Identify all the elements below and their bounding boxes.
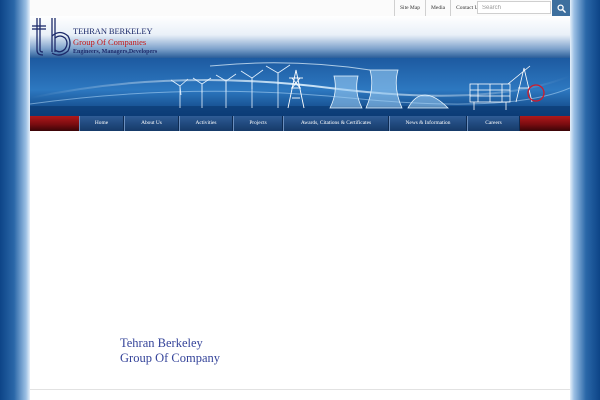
main-nav-bar: Home About Us Activities Projects Awards… — [30, 116, 570, 131]
main-nav: Home About Us Activities Projects Awards… — [79, 116, 520, 131]
top-utility-bar: Site Map Media Contact Us — [30, 0, 570, 17]
media-link[interactable]: Media — [425, 0, 450, 16]
nav-about-us[interactable]: About Us — [124, 116, 179, 131]
content-heading-line-2: Group Of Company — [120, 351, 220, 365]
brand-tagline: Engineers, Managers,Developers — [73, 49, 158, 55]
nav-projects[interactable]: Projects — [233, 116, 283, 131]
page-container: Site Map Media Contact Us Search TEHRAN … — [30, 0, 570, 400]
nav-awards-citations-certificates[interactable]: Awards, Citations & Certificates — [283, 116, 389, 131]
magnifier-icon — [556, 3, 566, 13]
brand-subtitle: Group Of Companies — [73, 37, 147, 47]
nav-careers[interactable]: Careers — [467, 116, 520, 131]
search-button[interactable] — [552, 0, 570, 16]
nav-news-information[interactable]: News & Information — [389, 116, 467, 131]
hero-banner — [30, 58, 570, 116]
site-header: TEHRAN BERKELEY Group Of Companies Engin… — [30, 16, 570, 58]
energy-infrastructure-banner-image — [30, 58, 570, 116]
nav-activities[interactable]: Activities — [179, 116, 233, 131]
nav-home[interactable]: Home — [79, 116, 124, 131]
top-links: Site Map Media Contact Us — [394, 0, 486, 16]
tb-logo-icon[interactable] — [30, 16, 72, 58]
content-heading-line-1: Tehran Berkeley — [120, 336, 203, 350]
site-map-link[interactable]: Site Map — [394, 0, 425, 16]
footer-divider — [30, 389, 570, 390]
search-input[interactable] — [477, 1, 551, 14]
content-heading: Tehran Berkeley Group Of Company — [120, 336, 220, 366]
brand-title: TEHRAN BERKELEY — [73, 26, 153, 36]
